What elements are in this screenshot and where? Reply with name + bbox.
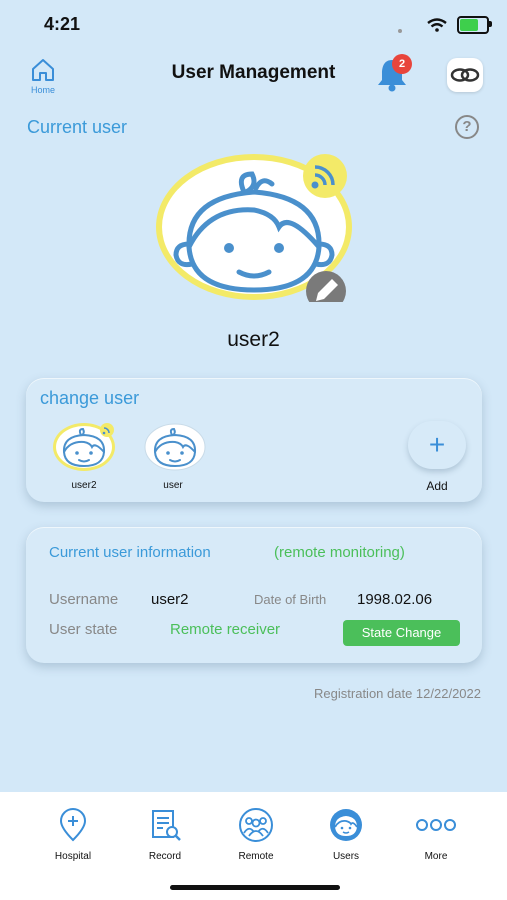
status-dot — [398, 29, 402, 33]
home-indicator — [170, 885, 340, 890]
dob-label: Date of Birth — [254, 592, 327, 607]
user-avatar-user2[interactable] — [52, 422, 115, 471]
add-user-button[interactable]: + — [408, 421, 466, 469]
dob-value: 1998.02.06 — [357, 591, 433, 608]
change-user-heading: change user — [40, 388, 140, 408]
user-avatar-user[interactable] — [143, 422, 206, 471]
home-label: Home — [30, 85, 55, 95]
monitoring-mode: (remote monitoring) — [274, 544, 405, 561]
add-user-label: Add — [426, 479, 448, 493]
current-user-avatar[interactable] — [154, 152, 354, 311]
user-label-user2: user2 — [71, 480, 97, 491]
current-username: user2 — [227, 328, 280, 351]
tab-remote[interactable]: Remote — [221, 808, 291, 862]
hospital-pin-icon — [59, 808, 87, 842]
tab-hospital-label: Hospital — [54, 851, 92, 862]
home-button[interactable]: Home — [26, 58, 60, 95]
state-change-button[interactable]: State Change — [343, 620, 460, 646]
wifi-icon — [427, 18, 447, 32]
notification-badge: 2 — [392, 54, 412, 74]
tab-users-label: Users — [332, 851, 360, 862]
page-title: User Management — [171, 62, 336, 83]
record-clipboard-icon — [152, 810, 181, 841]
status-icons — [427, 16, 492, 34]
users-face-icon — [330, 809, 362, 841]
tab-more[interactable]: More — [401, 808, 471, 862]
current-user-heading: Current user — [27, 117, 128, 137]
status-time: 4:21 — [44, 14, 81, 34]
username-label: Username — [49, 591, 119, 608]
link-icon — [450, 68, 480, 82]
more-dots-icon — [416, 819, 456, 831]
battery-icon — [457, 16, 492, 34]
registration-date: Registration date 12/22/2022 — [314, 686, 481, 701]
tab-remote-label: Remote — [238, 851, 274, 862]
tab-users[interactable]: Users — [311, 808, 381, 862]
tab-more-label: More — [424, 851, 448, 862]
username-value: user2 — [151, 591, 189, 608]
user-state-label: User state — [49, 621, 118, 638]
help-button[interactable]: ? — [455, 115, 479, 139]
user-label-user: user — [163, 480, 183, 491]
user-info-heading: Current user information — [49, 544, 211, 561]
user-state-value: Remote receiver — [170, 621, 281, 638]
tab-record-label: Record — [148, 851, 182, 862]
tab-hospital[interactable]: Hospital — [38, 808, 108, 862]
tab-record[interactable]: Record — [130, 808, 200, 862]
link-button[interactable] — [447, 58, 483, 92]
home-icon — [32, 59, 54, 81]
rss-badge-icon — [303, 154, 347, 198]
remote-group-icon — [239, 808, 273, 842]
